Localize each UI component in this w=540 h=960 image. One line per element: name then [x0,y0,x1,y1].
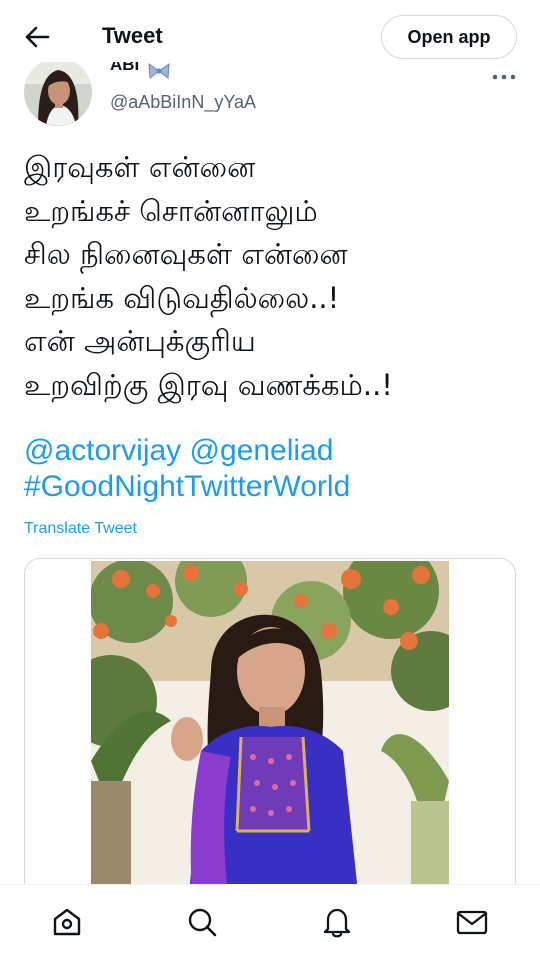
avatar-image [24,58,92,126]
tweet-text-line: சில நினைவுகள் என்னை [24,237,348,271]
messages-mail-icon [456,910,488,935]
home-icon [53,908,81,936]
nav-notifications-button[interactable] [320,905,354,939]
tweet-text-line: என் அன்புக்குரிய [24,324,256,358]
hashtag-line: #GoodNightTwitterWorld [24,469,524,505]
nav-home-button[interactable] [50,905,84,939]
tweet-links: @actorvijay @geneliad #GoodNightTwitterW… [24,433,524,505]
tweet-media-card[interactable] [24,558,516,918]
tweet-text-line: உறங்கச் சொன்னாலும் [24,193,318,228]
tweet-text: இரவுகள் என்னை உறங்கச் சொன்னாலும் சில நின… [24,146,524,407]
mentions-line: @actorvijay @geneliad [24,433,524,469]
tweet-author: ABI @aAbBiInN_yYaA [0,55,540,132]
mention-link[interactable]: @actorvijay [24,434,181,467]
notifications-bell-icon [323,908,351,938]
tweet-text-line: உறவிற்கு இரவு வணக்கம்..! [24,367,393,402]
nav-search-button[interactable] [185,905,219,939]
avatar[interactable] [24,58,92,126]
translate-tweet-link[interactable]: Translate Tweet [24,520,137,538]
search-icon [188,908,217,937]
tweet-text-line: இரவுகள் என்னை [24,150,256,184]
open-app-button[interactable]: Open app [381,15,517,59]
ribbon-bow-icon [148,62,170,79]
tweet-text-line: உறங்க விடுவதில்லை..! [24,280,340,315]
hashtag-link[interactable]: #GoodNightTwitterWorld [24,470,350,503]
mention-link[interactable]: @geneliad [190,434,334,467]
bottom-navigation [0,884,540,960]
more-horizontal-icon[interactable] [490,70,518,84]
back-button[interactable] [22,22,52,52]
top-bar: Tweet Open app [0,0,540,62]
arrow-left-icon [25,26,50,48]
page-title: Tweet [102,23,163,48]
tweet-photo [91,561,449,917]
author-handle[interactable]: @aAbBiInN_yYaA [110,92,256,113]
nav-messages-button[interactable] [455,905,489,939]
